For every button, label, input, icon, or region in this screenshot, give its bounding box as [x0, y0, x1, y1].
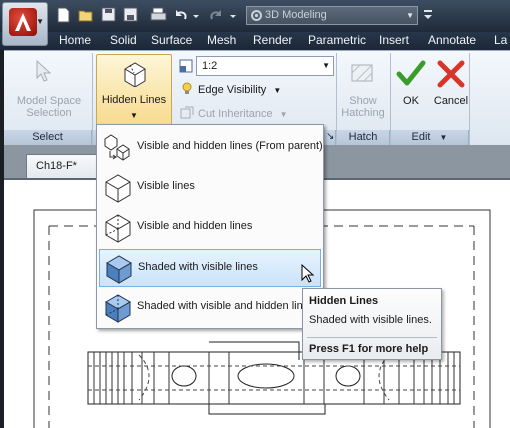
chevron-down-icon: ▼	[130, 111, 138, 120]
hidden-lines-menu: Visible and hidden lines (From parent) V…	[96, 124, 324, 329]
new-file-icon[interactable]	[56, 7, 73, 23]
divider	[469, 53, 470, 146]
menu-item-label: Shaded with visible lines	[138, 261, 258, 273]
cube-inherit-icon	[102, 133, 134, 163]
cube-hidden-icon	[102, 213, 134, 243]
ribbon-tabs: Home Solid Surface Mesh Render Parametri…	[0, 32, 510, 50]
ok-button[interactable]: OK	[398, 95, 424, 107]
model-space-selection-button[interactable]: Model Space Selection	[14, 95, 84, 119]
menu-item-label: Shaded with visible and hidden lines	[137, 300, 315, 312]
tab-layout[interactable]: La	[494, 32, 507, 50]
tab-annotate[interactable]: Annotate	[428, 32, 476, 50]
hatch-panel-title: Hatch	[337, 130, 390, 146]
tooltip: Hidden Lines Shaded with visible lines. …	[302, 288, 442, 360]
tab-surface[interactable]: Surface	[151, 32, 192, 50]
redo-dropdown-icon[interactable]	[229, 7, 237, 23]
chevron-down-icon: ▼	[279, 110, 288, 119]
chevron-down-icon: ▼	[273, 86, 282, 95]
menu-item-label: Visible lines	[137, 180, 195, 192]
cube-visible-icon	[102, 173, 134, 203]
edge-visibility-label: Edge Visibility	[198, 84, 267, 96]
menu-item-visible-lines[interactable]: Visible lines	[99, 169, 321, 207]
chevron-down-icon: ▼	[406, 11, 414, 20]
close-icon	[436, 59, 466, 92]
checkmark-icon	[396, 59, 426, 92]
gear-icon	[250, 9, 263, 28]
hidden-lines-button[interactable]: Hidden Lines ▼	[96, 54, 172, 129]
file-tab[interactable]: Ch18-F*	[26, 154, 98, 178]
edit-panel-title-label: Edit	[411, 131, 431, 143]
redo-icon[interactable]	[207, 7, 224, 23]
cut-inheritance-button[interactable]: Cut Inheritance ▼	[198, 108, 288, 120]
chevron-down-icon: ▼	[322, 61, 330, 70]
menu-item-shaded-visible-hidden[interactable]: Shaded with visible and hidden lines	[99, 289, 321, 327]
show-hatching-button[interactable]: Show Hatching	[338, 95, 388, 119]
tooltip-title: Hidden Lines	[309, 295, 379, 307]
tab-home[interactable]: Home	[59, 32, 91, 50]
tab-render[interactable]: Render	[253, 32, 292, 50]
chevron-down-icon: ▼	[36, 17, 44, 26]
cube-shaded-hidden-icon	[102, 293, 134, 323]
save-as-icon[interactable]	[123, 7, 140, 23]
scale-value: 1:2	[202, 60, 218, 72]
lightbulb-icon	[181, 82, 193, 99]
qat-customize-icon[interactable]	[423, 7, 433, 23]
panel-launcher-icon[interactable]: ↘	[326, 131, 334, 142]
cut-inheritance-icon	[180, 106, 194, 123]
workspace-switcher[interactable]: 3D Modeling ▼	[246, 6, 418, 25]
plot-icon[interactable]	[150, 7, 167, 23]
select-panel-title: Select	[4, 130, 92, 146]
menu-item-label: Visible and hidden lines	[137, 220, 253, 232]
scale-dropdown[interactable]: 1:2 ▼	[196, 56, 334, 76]
tab-mesh[interactable]: Mesh	[207, 32, 236, 50]
menu-item-shaded-visible[interactable]: Shaded with visible lines	[99, 249, 321, 287]
cube-shaded-icon	[103, 254, 135, 284]
scale-icon	[179, 59, 193, 76]
tab-parametric[interactable]: Parametric	[308, 32, 366, 50]
autocad-logo-icon	[9, 8, 37, 36]
title-bar: 3D Modeling ▼	[0, 0, 510, 32]
menu-item-visible-and-hidden[interactable]: Visible and hidden lines	[99, 209, 321, 247]
cube-hidden-icon	[121, 59, 149, 90]
hidden-lines-label: Hidden Lines	[101, 94, 167, 106]
hatch-icon	[350, 61, 376, 88]
divider	[307, 337, 437, 338]
chevron-down-icon: ▼	[439, 133, 448, 142]
save-icon[interactable]	[101, 7, 118, 23]
application-menu-button[interactable]: ▼	[2, 2, 48, 46]
tooltip-help: Press F1 for more help	[309, 343, 429, 355]
undo-icon[interactable]	[173, 7, 190, 23]
undo-dropdown-icon[interactable]	[192, 7, 200, 23]
tooltip-description: Shaded with visible lines.	[309, 314, 432, 326]
menu-item-label: Visible and hidden lines (From parent)	[137, 140, 323, 152]
mouse-cursor-icon	[301, 263, 315, 287]
tab-insert[interactable]: Insert	[379, 32, 409, 50]
tab-solid[interactable]: Solid	[110, 32, 137, 50]
cut-inheritance-label: Cut Inheritance	[198, 108, 273, 120]
edit-panel-title: Edit ▼	[391, 130, 469, 146]
workspace-label: 3D Modeling	[265, 9, 327, 21]
cancel-button[interactable]: Cancel	[430, 95, 472, 107]
select-arrow-icon	[34, 59, 56, 86]
open-folder-icon[interactable]	[78, 7, 95, 23]
edge-visibility-button[interactable]: Edge Visibility ▼	[198, 84, 281, 96]
menu-item-visible-hidden-from-parent[interactable]: Visible and hidden lines (From parent)	[99, 129, 323, 167]
